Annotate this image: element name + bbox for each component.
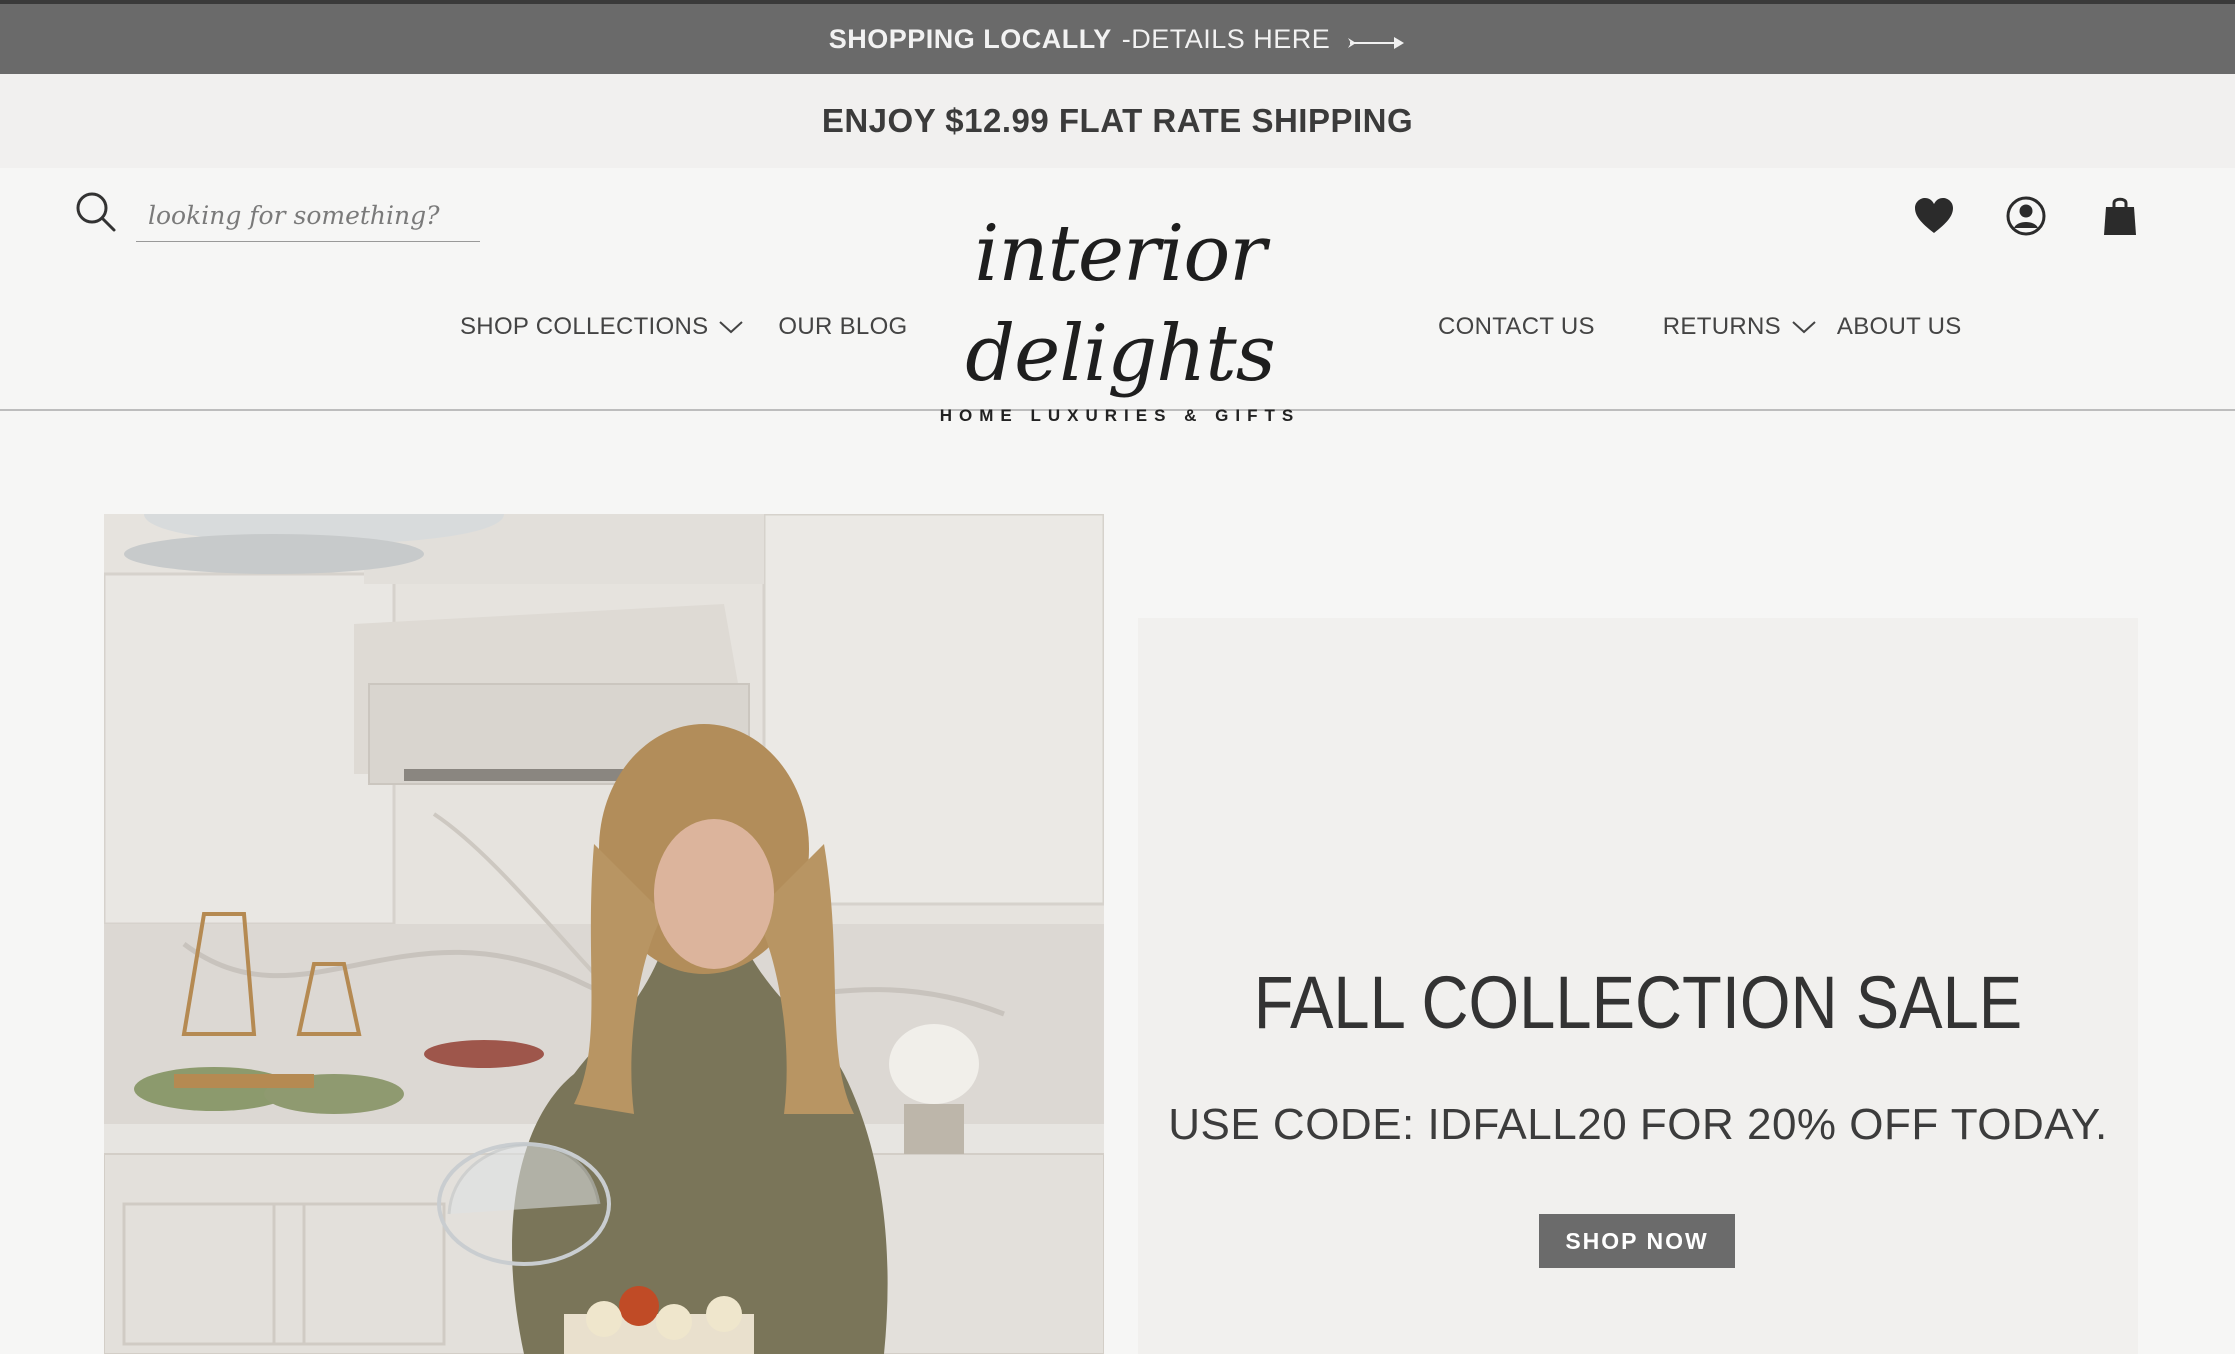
sale-panel: FALL COLLECTION SALE USE CODE: IDFALL20 … [1138, 618, 2138, 1354]
shop-now-button[interactable]: SHOP NOW [1539, 1214, 1735, 1268]
nav-right: CONTACT US RETURNS ABOUT US [1438, 302, 1962, 352]
arrow-right-icon [1346, 29, 1406, 49]
promo-bold-text: SHOPPING LOCALLY [828, 23, 1112, 54]
promo-code-text: USE CODE: IDFALL20 FOR 20% OFF TODAY. [1168, 1100, 2108, 1149]
hero-photo [104, 514, 1104, 1354]
chevron-down-icon [719, 321, 744, 334]
heart-icon[interactable] [1912, 194, 1956, 238]
sale-title: FALL COLLECTION SALE [1253, 961, 2023, 1044]
account-icon[interactable] [2004, 194, 2048, 238]
shipping-text: ENJOY $12.99 FLAT RATE SHIPPING [821, 102, 1414, 139]
promo-banner[interactable]: SHOPPING LOCALLY -DETAILS HERE [0, 4, 2235, 74]
chevron-down-icon [1792, 321, 1816, 334]
site-header: SHOP COLLECTIONS OUR BLOG interior delig… [0, 168, 2235, 425]
nav-about-us[interactable]: ABOUT US [1837, 313, 1962, 341]
nav-shop-collections[interactable]: SHOP COLLECTIONS [460, 313, 744, 341]
logo-script-text: interior delights [965, 209, 1276, 399]
nav-contact-us[interactable]: CONTACT US [1438, 313, 1595, 341]
nav-returns-label: RETURNS [1662, 313, 1781, 340]
nav-returns[interactable]: RETURNS [1663, 313, 1817, 341]
logo-tagline: HOME LUXURIES & GIFTS [939, 406, 1301, 425]
nav-about-us-label: ABOUT US [1836, 313, 1962, 340]
search-input[interactable] [136, 190, 480, 242]
shipping-banner: ENJOY $12.99 FLAT RATE SHIPPING [0, 74, 2235, 168]
shopping-bag-icon[interactable] [2098, 194, 2142, 238]
search-icon[interactable] [74, 190, 118, 234]
nav-left: SHOP COLLECTIONS OUR BLOG [460, 302, 908, 352]
promo-details-link[interactable]: -DETAILS HERE [1122, 24, 1331, 55]
brand-logo[interactable]: interior delights HOME LUXURIES & GIFTS [870, 204, 1370, 425]
nav-shop-collections-label: SHOP COLLECTIONS [460, 313, 709, 340]
nav-contact-us-label: CONTACT US [1438, 313, 1595, 340]
